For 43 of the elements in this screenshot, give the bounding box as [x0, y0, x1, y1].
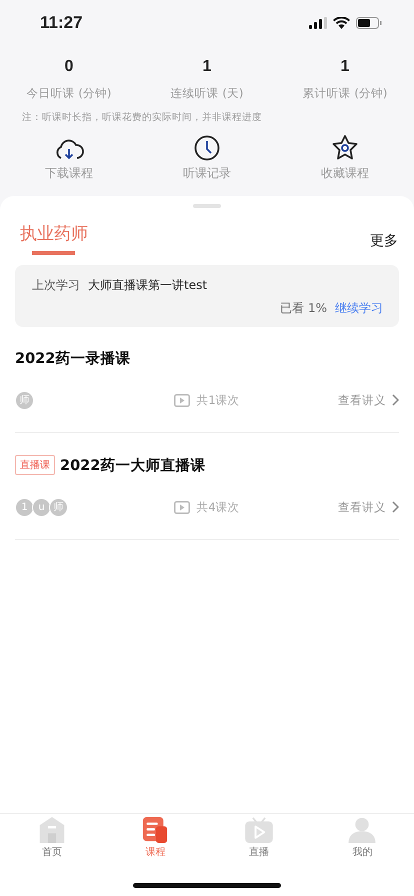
tab-bar-item[interactable]: 我的 — [310, 817, 414, 859]
shortcut-button[interactable]: 下载课程 — [0, 134, 138, 182]
person-icon — [346, 817, 378, 843]
tab-bar-item[interactable]: 课程 — [104, 817, 207, 859]
handout-link[interactable]: 查看讲义 — [338, 500, 399, 514]
teacher-avatar: 师 — [49, 498, 68, 516]
video-icon — [174, 500, 190, 514]
more-link[interactable]: 更多 — [370, 232, 398, 250]
chevron-right-icon — [392, 501, 399, 513]
last-study-title: 大师直播课第一讲test — [88, 277, 208, 294]
stat-value: 1 — [340, 58, 350, 76]
shortcut-button[interactable]: 收藏课程 — [276, 134, 414, 182]
stat-label: 连续听课 (天) — [170, 86, 244, 101]
shortcut-button[interactable]: 听课记录 — [138, 134, 276, 182]
continue-link[interactable]: 继续学习 — [335, 300, 383, 317]
course-title[interactable]: 2022药一大师直播课 — [60, 456, 206, 474]
clock-icon — [194, 135, 220, 161]
status-time: 11:27 — [40, 13, 83, 33]
progress-text: 已看 1% — [280, 300, 327, 317]
course-title[interactable]: 2022药一录播课 — [15, 349, 130, 368]
document-icon — [142, 817, 168, 843]
live-tag: 直播课 — [15, 455, 55, 475]
star-icon — [331, 134, 359, 161]
battery-icon — [356, 17, 382, 29]
stat-value: 0 — [64, 58, 74, 76]
chevron-right-icon — [392, 394, 399, 406]
stat-label: 累计听课 (分钟) — [302, 86, 388, 101]
wifi-icon — [333, 17, 350, 29]
signal-icon — [309, 17, 327, 29]
teacher-avatar: u — [32, 498, 51, 516]
tab-bar-item[interactable]: 首页 — [0, 817, 104, 859]
teacher-avatar: 1 — [15, 498, 34, 516]
stat-label: 今日听课 (分钟) — [26, 86, 112, 101]
handout-link[interactable]: 查看讲义 — [338, 392, 399, 408]
lesson-count: 共1课次 — [196, 392, 240, 408]
stat-value: 1 — [202, 58, 212, 76]
video-icon — [174, 394, 190, 406]
note-text: 注：听课时长指，听课花费的实际时间，并非课程进度 — [21, 111, 263, 124]
tab-bar-item[interactable]: 直播 — [207, 817, 310, 859]
teacher-avatar: 师 — [15, 390, 34, 410]
last-study-label: 上次学习 — [32, 277, 80, 294]
tv-play-icon — [242, 817, 275, 843]
lesson-count: 共4课次 — [196, 500, 240, 514]
